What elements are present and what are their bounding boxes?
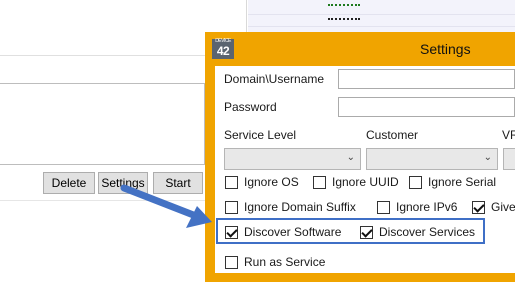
annotation-arrow-icon xyxy=(120,184,212,228)
